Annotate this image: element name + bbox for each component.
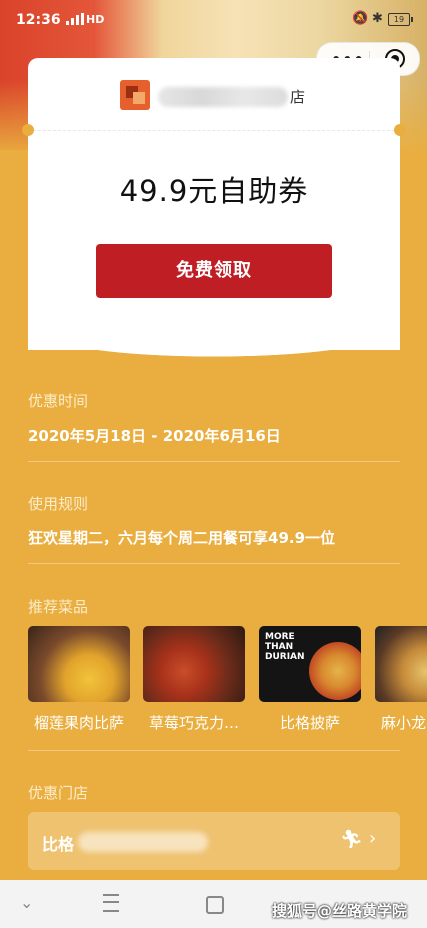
- validity-label: 优惠时间: [28, 392, 89, 410]
- store-item[interactable]: 比格 🏃︎ ›: [28, 812, 400, 870]
- chevron-right-icon: ›: [369, 828, 377, 849]
- dish-image-text: MORE THAN DURIAN: [265, 632, 305, 662]
- claim-button[interactable]: 免费领取: [96, 244, 332, 298]
- shop-row: 店: [28, 80, 400, 112]
- coupon-title: 49.9元自助券: [119, 174, 309, 208]
- store-name-blurred: [78, 832, 208, 852]
- store-name: 比格: [42, 835, 75, 854]
- menu-icon[interactable]: [103, 894, 119, 912]
- dashed-divider: [28, 130, 400, 131]
- dish-item[interactable]: 榴莲果肉比萨: [28, 626, 130, 733]
- divider: [28, 750, 400, 751]
- coupon-card: 店 49.9元自助券 免费领取: [22, 58, 406, 350]
- walk-icon: 🏃︎: [340, 829, 363, 850]
- bluetooth-icon: ✱: [372, 11, 383, 26]
- dish-image: [375, 626, 427, 702]
- dish-name: 比格披萨: [279, 714, 340, 732]
- network-type: HD: [86, 13, 105, 26]
- dish-image: [143, 626, 245, 702]
- system-nav-bar: ⌄ 搜狐号@丝路黄学院: [0, 880, 427, 928]
- dish-item[interactable]: 麻小龙: [375, 626, 427, 733]
- divider: [28, 461, 400, 462]
- dish-name: 草莓巧克力…: [148, 714, 239, 732]
- recent-apps-icon[interactable]: [206, 896, 224, 914]
- shop-name-suffix: 店: [290, 88, 306, 106]
- validity-value: 2020年5月18日 - 2020年6月16日: [28, 427, 281, 445]
- recommended-label: 推荐菜品: [28, 598, 89, 616]
- divider: [28, 563, 400, 564]
- shop-logo: [120, 80, 150, 110]
- watermark-text: 搜狐号@丝路黄学院: [272, 902, 408, 920]
- dish-name: 麻小龙: [381, 714, 427, 732]
- dish-item[interactable]: 草莓巧克力…: [143, 626, 245, 733]
- signal-icon: [66, 13, 84, 25]
- battery-icon: 19: [388, 13, 413, 26]
- back-chevron-icon[interactable]: ⌄: [20, 893, 33, 912]
- mute-icon: 🔕: [352, 11, 369, 26]
- rules-label: 使用规则: [28, 495, 89, 513]
- stores-label: 优惠门店: [28, 784, 89, 802]
- dish-name: 榴莲果肉比萨: [33, 714, 124, 732]
- dish-image: MORE THAN DURIAN: [259, 626, 361, 702]
- shop-name-blurred: [158, 87, 288, 107]
- status-bar: 12:36 HD 🔕 ✱ 19: [0, 0, 427, 40]
- dish-carousel[interactable]: 榴莲果肉比萨 草莓巧克力… MORE THAN DURIAN 比格披萨 麻小龙: [28, 626, 427, 736]
- status-time: 12:36: [16, 12, 61, 28]
- dish-item[interactable]: MORE THAN DURIAN 比格披萨: [259, 626, 361, 733]
- dish-image: [28, 626, 130, 702]
- left-notch: [22, 124, 34, 136]
- rules-value: 狂欢星期二，六月每个周二用餐可享49.9一位: [28, 529, 336, 547]
- right-notch: [394, 124, 406, 136]
- pizza-graphic: [309, 642, 361, 700]
